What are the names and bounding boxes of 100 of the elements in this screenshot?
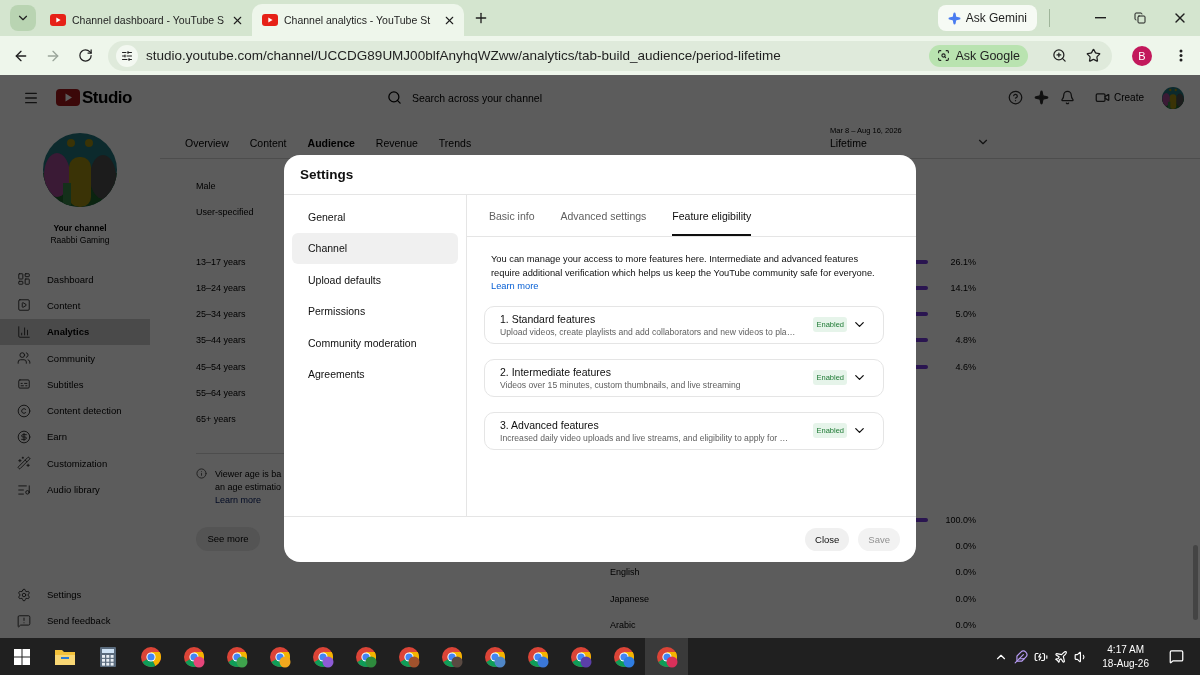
- site-info-button[interactable]: [116, 44, 138, 67]
- language-label: Arabic: [610, 619, 636, 630]
- star-icon: [1085, 48, 1101, 63]
- settings-tab[interactable]: Feature eligibility: [672, 195, 752, 236]
- settings-nav-item[interactable]: Agreements: [292, 358, 458, 390]
- dashboard-icon: [17, 272, 31, 287]
- magic-wand-icon: [17, 456, 31, 471]
- settings-nav-item[interactable]: Upload defaults: [292, 264, 458, 296]
- sparkle-icon: [947, 11, 961, 25]
- settings-tab[interactable]: Basic info: [489, 195, 535, 236]
- settings-nav-item[interactable]: Community moderation: [292, 327, 458, 359]
- taskbar-app[interactable]: [645, 638, 688, 675]
- clock[interactable]: 4:17 AM 18-Aug-26: [1102, 642, 1149, 671]
- percentage-value: 0.0%: [954, 540, 976, 551]
- analytics-tab[interactable]: Trends: [438, 136, 483, 158]
- feature-title: 2. Intermediate features: [500, 365, 612, 378]
- help-icon: [1008, 90, 1024, 105]
- minimize-icon: [1094, 17, 1106, 19]
- sidebar-item[interactable]: Send feedback: [0, 607, 150, 634]
- gender-label: Male: [196, 181, 216, 191]
- percentage-value: 5.0%: [954, 309, 976, 320]
- learn-more-link[interactable]: Learn more: [491, 280, 539, 294]
- channel-label: Your channel: [53, 223, 107, 233]
- note-text: Viewer age is ba: [215, 467, 282, 481]
- sidebar-item[interactable]: Subtitles: [0, 371, 150, 398]
- calculator-icon: [99, 646, 116, 667]
- settings-nav-item[interactable]: Channel: [292, 232, 458, 264]
- dialog-title: Settings: [300, 167, 354, 182]
- dollar-icon: [17, 429, 31, 444]
- age-label: 55–64 years: [196, 388, 246, 399]
- age-label: 65+ years: [196, 414, 236, 425]
- video-library-icon: [17, 298, 31, 313]
- gender-label: User-specified: [196, 207, 254, 218]
- feedback-icon: [17, 613, 31, 628]
- analytics-tab[interactable]: Audience: [307, 136, 366, 158]
- dialog-button[interactable]: Close: [805, 528, 850, 551]
- address-bar[interactable]: studio.youtube.com/channel/UCCDG89UMJ00blfAnyhqWZww/analytics/tab-build_audience/period-lifetime Ask Google: [108, 40, 1112, 71]
- percentage-value: 0.0%: [954, 567, 976, 578]
- url-text: studio.youtube.com/channel/UCCDG89UMJ00blfAnyhqWZww/analytics/tab-build_audience/period-lifetime: [146, 48, 782, 63]
- chrome-icon: [139, 645, 162, 668]
- airplane-icon[interactable]: [1054, 649, 1069, 664]
- browser-tab[interactable]: Channel dashboard - YouTube S: [40, 4, 252, 36]
- sidebar-item[interactable]: Audio library: [0, 476, 150, 503]
- tab-title: Channel analytics - YouTube St: [284, 14, 432, 26]
- studio-logo-icon: [56, 89, 80, 106]
- description-text: You can manage your access to more features here. Intermediate and advanced features require additional verification which helps us keep the YouTube community safe for everyone. Learn more: [491, 253, 884, 294]
- note-text: an age estimatio: [215, 480, 282, 494]
- video-plus-icon: [1095, 90, 1110, 105]
- feature-description: Increased daily video uploads and live streams, and eligibility to apply for …: [500, 432, 790, 443]
- youtube-icon: [50, 14, 66, 26]
- notifications-icon[interactable]: [1169, 649, 1184, 664]
- sparkle-icon: [1034, 90, 1050, 105]
- windows-start-icon: [13, 648, 30, 665]
- tab-search-button[interactable]: [10, 5, 36, 31]
- sidebar-item[interactable]: Settings: [0, 581, 150, 608]
- age-label: 25–34 years: [196, 309, 246, 320]
- scrollbar-thumb[interactable]: [1193, 545, 1198, 620]
- settings-nav-item[interactable]: General: [292, 201, 458, 233]
- feature-title: 3. Advanced features: [500, 418, 600, 431]
- learn-more-link[interactable]: Learn more: [215, 493, 282, 507]
- sidebar-item[interactable]: Customization: [0, 450, 150, 477]
- percentage-value: 14.1%: [949, 282, 976, 293]
- sidebar-item[interactable]: Earn: [0, 423, 150, 451]
- percentage-value: 26.1%: [949, 256, 976, 267]
- language-label: Japanese: [610, 593, 650, 604]
- restore-icon: [1134, 12, 1146, 24]
- sidebar-item[interactable]: Dashboard: [0, 266, 150, 293]
- settings-tab[interactable]: Advanced settings: [560, 195, 647, 236]
- sidebar-item[interactable]: Content: [0, 292, 150, 319]
- percentage-value: 4.8%: [954, 335, 976, 346]
- feature-description: Upload videos, create playlists and add collaborators and new videos to pla…: [500, 326, 797, 337]
- ask-gemini-button[interactable]: Ask Gemini: [937, 5, 1037, 31]
- sidebar-item[interactable]: Content detection: [0, 397, 150, 424]
- more-icon: [1179, 49, 1183, 62]
- settings-nav-item[interactable]: Permissions: [292, 295, 458, 327]
- age-label: 45–54 years: [196, 361, 246, 372]
- browser-tab[interactable]: Channel analytics - YouTube St: [252, 4, 464, 36]
- info-icon: [196, 467, 207, 479]
- feather-icon[interactable]: [1014, 649, 1029, 664]
- language-label: English: [610, 567, 640, 578]
- bell-icon: [1060, 90, 1076, 105]
- tab-title: Channel dashboard - YouTube S: [72, 14, 225, 26]
- channel-name: Raabbi Gaming: [50, 235, 110, 245]
- lens-icon: [937, 49, 951, 62]
- create-button[interactable]: Create: [1091, 84, 1148, 111]
- people-icon: [17, 351, 31, 366]
- search-field[interactable]: Search across your channel: [409, 90, 787, 105]
- search-icon: [386, 90, 402, 105]
- ask-google-button[interactable]: Ask Google: [929, 44, 1028, 67]
- bar-chart-icon: [17, 324, 31, 339]
- sidebar-item[interactable]: Community: [0, 344, 150, 372]
- profile-avatar[interactable]: B: [1132, 45, 1152, 66]
- analytics-tab[interactable]: Revenue: [375, 136, 429, 158]
- analytics-tab[interactable]: Content: [249, 136, 298, 158]
- settings-icon: [17, 587, 31, 602]
- analytics-tab[interactable]: Overview: [185, 136, 240, 158]
- age-label: 13–17 years: [196, 256, 246, 267]
- studio-logo-text: Studio: [82, 87, 132, 108]
- music-icon: [17, 482, 31, 497]
- feature-title: 1. Standard features: [500, 312, 597, 325]
